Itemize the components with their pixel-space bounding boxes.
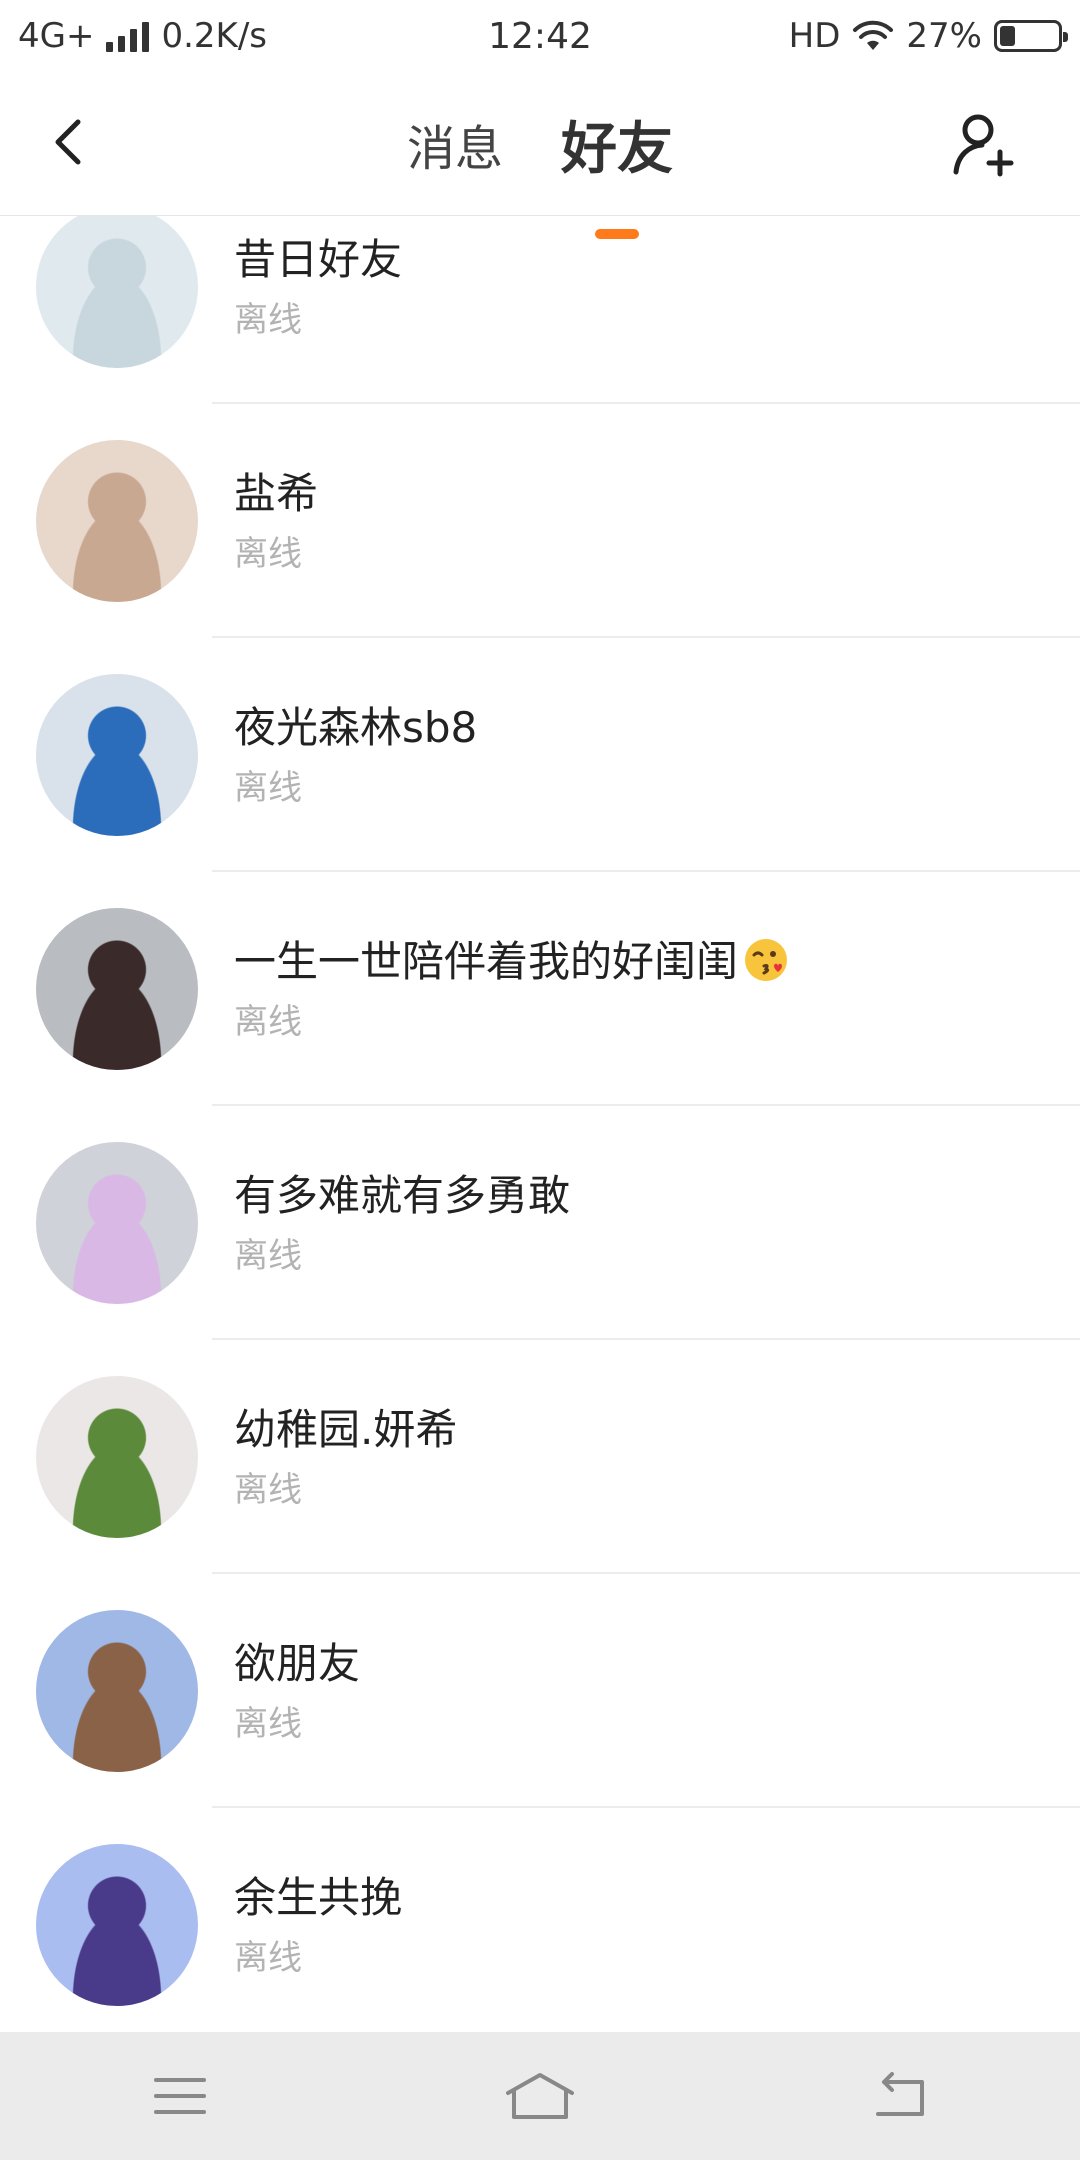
- status-right: HD 27%: [788, 16, 1068, 56]
- avatar[interactable]: [36, 1844, 198, 2006]
- friend-name-text: 夜光森林sb8: [234, 703, 478, 752]
- friend-name: 幼稚园.妍希: [234, 1396, 457, 1457]
- friend-name-text: 幼稚园.妍希: [234, 1405, 458, 1454]
- wifi-icon: [853, 20, 894, 50]
- friend-name-text: 一生一世陪伴着我的好闺闺: [234, 937, 739, 986]
- home-button[interactable]: [500, 2066, 580, 2126]
- home-icon: [506, 2073, 574, 2119]
- online-status: 离线: [234, 1704, 302, 1744]
- avatar[interactable]: [36, 674, 198, 836]
- friend-name-text: 余生共挽: [234, 1873, 403, 1922]
- header: 消息 好友: [0, 72, 1080, 239]
- friend-list-item[interactable]: 余生共挽 离线: [0, 1808, 1080, 2032]
- add-friend-icon[interactable]: [948, 110, 1018, 180]
- signal-icon: [106, 20, 150, 52]
- avatar[interactable]: [36, 1142, 198, 1304]
- friend-list[interactable]: 昔日好友 离线 盐希 离线 夜光森林sb8 离线 一生一世陪伴着我的好闺闺 离线 有多难就有多勇…: [0, 216, 1080, 2032]
- friend-list-item[interactable]: 夜光森林sb8 离线: [0, 638, 1080, 872]
- back-return-icon: [876, 2072, 924, 2116]
- network-type: 4G+: [18, 16, 95, 56]
- online-status: 离线: [234, 1236, 302, 1276]
- friend-list-item[interactable]: 欲朋友 离线: [0, 1574, 1080, 1808]
- avatar[interactable]: [36, 440, 198, 602]
- friend-name: 有多难就有多勇敢: [234, 1162, 570, 1223]
- avatar[interactable]: [36, 1610, 198, 1772]
- friend-name-text: 有多难就有多勇敢: [234, 1171, 571, 1220]
- hd-indicator: HD: [788, 16, 841, 56]
- status-bar: 4G+ 0.2K/s 12:42 HD 27%: [0, 0, 1080, 72]
- friend-name: 夜光森林sb8: [234, 694, 477, 755]
- online-status: 离线: [234, 1002, 302, 1042]
- tab-bar: 消息 好友: [0, 72, 1080, 239]
- friend-name: 欲朋友: [234, 1630, 360, 1691]
- friend-name-text: 盐希: [234, 469, 319, 518]
- network-speed: 0.2K/s: [161, 16, 268, 56]
- tab-messages[interactable]: 消息: [403, 109, 507, 179]
- friend-list-item[interactable]: 盐希 离线: [0, 404, 1080, 638]
- online-status: 离线: [234, 768, 302, 808]
- friend-list-item[interactable]: 幼稚园.妍希离线: [0, 1340, 1080, 1574]
- back-button[interactable]: [860, 2066, 940, 2126]
- friend-name: 余生共挽: [234, 1864, 402, 1925]
- friend-name: 盐希: [234, 460, 318, 521]
- menu-icon: [154, 2078, 206, 2114]
- kiss-face-icon: [745, 939, 788, 981]
- friend-name: 昔日好友: [234, 226, 402, 287]
- tab-label: 消息: [406, 121, 503, 177]
- system-nav-bar: [0, 2032, 1080, 2160]
- battery-icon: [994, 20, 1068, 52]
- friend-list-item[interactable]: 有多难就有多勇敢离线: [0, 1106, 1080, 1340]
- online-status: 离线: [234, 300, 302, 340]
- online-status: 离线: [234, 1470, 302, 1510]
- friend-name-text: 欲朋友: [234, 1639, 361, 1688]
- friend-name-text: 昔日好友: [234, 235, 403, 284]
- battery-fill: [1000, 26, 1016, 46]
- tab-friends[interactable]: 好友: [557, 104, 677, 239]
- friend-name: 一生一世陪伴着我的好闺闺: [234, 928, 790, 989]
- online-status: 离线: [234, 1938, 302, 1978]
- friend-list-item[interactable]: 昔日好友 离线: [0, 216, 1080, 404]
- avatar[interactable]: [36, 1376, 198, 1538]
- friend-list-item[interactable]: 一生一世陪伴着我的好闺闺离线: [0, 872, 1080, 1106]
- avatar[interactable]: [36, 908, 198, 1070]
- status-left: 4G+ 0.2K/s: [18, 16, 267, 56]
- tab-label: 好友: [561, 116, 673, 182]
- avatar[interactable]: [36, 216, 198, 368]
- online-status: 离线: [234, 534, 302, 574]
- menu-button[interactable]: [140, 2066, 220, 2126]
- battery-percent: 27%: [906, 16, 982, 56]
